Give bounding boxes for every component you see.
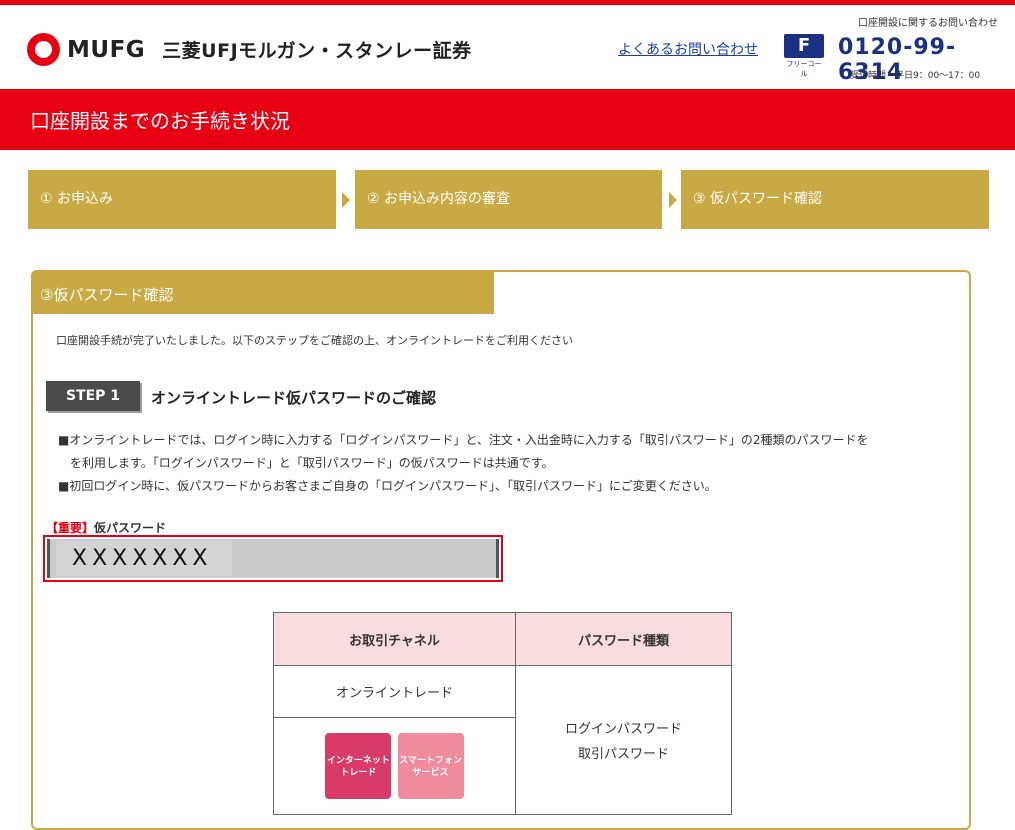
- important-tag: 【重要】: [46, 521, 95, 535]
- business-hours: 受付時間 平日9：00〜17：00: [850, 71, 981, 81]
- table-header: お取引チャネル: [273, 612, 516, 666]
- page-title: 口座開設までのお手続き状況: [30, 109, 290, 133]
- temp-password-caption: 仮パスワード: [94, 521, 167, 535]
- password-type-cell: ログインパスワード 取引パスワード: [515, 665, 732, 815]
- logo-text: MUFG: [67, 36, 146, 63]
- company-name: 三菱UFJモルガン・スタンレー証券: [162, 40, 472, 62]
- temp-password-label: 【重要】仮パスワード: [46, 519, 166, 536]
- internet-trade-icon[interactable]: インターネット トレード: [325, 733, 392, 799]
- channel-table: お取引チャネル パスワード種類 オンライントレード ログインパスワード 取引パス…: [273, 612, 732, 815]
- temp-password-value: XXXXXXX: [56, 541, 232, 576]
- brand-logo[interactable]: MUFG 三菱UFJモルガン・スタンレー証券: [27, 33, 472, 66]
- step-application: ① お申込み: [28, 170, 336, 229]
- password-type-login: ログインパスワード: [564, 722, 682, 737]
- channel-tiles-cell: インターネット トレード スマートフォン サービス: [273, 717, 516, 815]
- step-temp-password: ③ 仮パスワード確認: [681, 170, 989, 229]
- phone-inquiry-label: 口座開設に関するお問い合わせ: [858, 18, 998, 29]
- mufg-logo-icon: [27, 33, 60, 66]
- table-header: パスワード種類: [515, 612, 732, 666]
- faq-link[interactable]: よくあるお問い合わせ: [618, 39, 758, 59]
- freecall-icon: F フリーコール: [784, 34, 824, 78]
- step-review: ② お申込み内容の審査: [355, 170, 662, 229]
- tile-label: サービス: [412, 768, 449, 778]
- channel-online-trade: オンライントレード: [273, 665, 516, 718]
- tile-label: トレード: [340, 768, 377, 778]
- bullet-text: を利用します。「ログインパスワード」と「取引パスワード」の仮パスワードは共通です…: [58, 456, 554, 470]
- step-arrow-icon: [342, 192, 350, 208]
- password-type-trade: 取引パスワード: [577, 747, 669, 762]
- freecall-label: フリーコール: [786, 60, 822, 78]
- smartphone-service-icon[interactable]: スマートフォン サービス: [397, 733, 464, 799]
- tile-label: スマートフォン: [399, 756, 462, 766]
- step1-badge: STEP 1: [46, 381, 140, 411]
- bullet-text: ■オンライントレードでは、ログイン時に入力する「ログインパスワード」と、注文・入…: [58, 433, 869, 447]
- step-arrow-icon: [669, 192, 677, 208]
- section-title: ③仮パスワード確認: [40, 286, 174, 304]
- tile-label: インターネット: [326, 756, 390, 766]
- bullet-text: ■初回ログイン時に、仮パスワードからお客さまご自身の「ログインパスワード」、「取…: [58, 479, 717, 493]
- intro-text: 口座開設手続が完了いたしました。以下のステップをご確認の上、オンライントレードを…: [56, 334, 573, 347]
- step1-title: オンライントレード仮パスワードのご確認: [151, 389, 437, 407]
